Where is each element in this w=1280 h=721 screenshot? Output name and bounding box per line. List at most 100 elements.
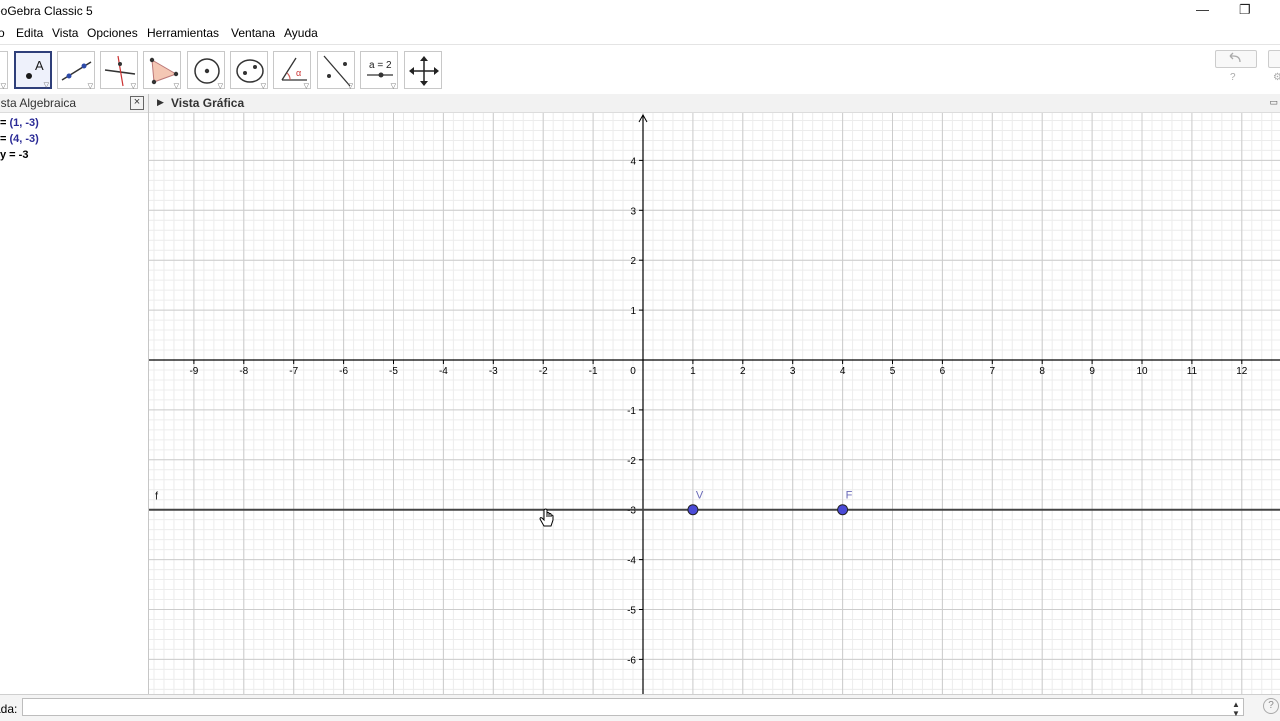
input-bar: ada: ▲▼ ? [0,694,1280,721]
x-tick-label: 9 [1089,366,1095,377]
point-f[interactable] [837,504,849,516]
x-tick-label: 5 [890,366,896,377]
menu-vista[interactable]: Vista [52,26,78,40]
algebra-item-v[interactable]: = (1, -3) [0,117,39,129]
y-tick-label: 2 [630,256,636,267]
window-title: eoGebra Classic 5 [0,4,93,18]
x-tick-label: -4 [439,366,448,377]
menu-herramientas[interactable]: Herramientas [147,26,219,40]
x-tick-label: -2 [539,366,548,377]
x-tick-label: 7 [990,366,996,377]
y-tick-label: -3 [627,506,636,517]
input-label: ada: [0,702,18,716]
x-tick-label: -3 [489,366,498,377]
tool-perpendicular[interactable]: ▽ [100,51,138,90]
x-tick-label: 1 [690,366,696,377]
input-history-arrows-icon[interactable]: ▲ ▼ [1232,700,1240,718]
menu-archivo[interactable]: o [0,26,5,40]
settings-icon[interactable]: ⚙ [1273,72,1280,83]
tool-slider[interactable]: a = 2 ▽ [360,51,398,90]
algebra-item-prefix: y = -3 [0,149,29,161]
point-label: F [846,490,853,502]
tool-line[interactable]: ▽ [57,51,95,90]
y-tick-label: -6 [627,655,636,666]
close-icon[interactable]: × [130,96,144,110]
minimize-button[interactable]: — [1196,2,1209,17]
algebra-view-header: ista Algebraica × [0,94,148,113]
point-tool-letter: A [35,58,44,73]
tool-dropdown-icon: ▽ [217,83,223,90]
undo-button[interactable] [1215,50,1257,68]
x-tick-label: -5 [389,366,398,377]
slider-tool-label: a = 2 [369,60,392,71]
menu-bar: o Edita Vista Opciones Herramientas Vent… [0,23,1280,44]
graphics-view[interactable]: ▶ Vista Gráfica ▭ -9 -8 -7 -6 -5 -4 -3 -2 -1 0 1 2 3… [149,94,1280,694]
graphics-view-title: Vista Gráfica [171,96,245,110]
svg-text:α: α [296,68,301,78]
x-tick-label: 8 [1039,366,1045,377]
y-tick-label: 3 [630,206,636,217]
x-tick-label: 11 [1187,366,1198,377]
y-tick-label: 1 [630,306,636,317]
tool-reflect[interactable]: ▽ [317,51,355,90]
help-icon[interactable]: ? [1230,72,1236,83]
y-tick-label: -2 [627,456,636,467]
tool-dropdown-icon: ▽ [0,83,6,90]
y-tick-label: -4 [627,556,636,567]
menu-ventana[interactable]: Ventana [231,26,275,40]
x-tick-label: -6 [339,366,348,377]
tool-dropdown-icon: ▽ [173,83,179,90]
tool-move-graphics[interactable] [404,51,442,89]
algebra-item-line-f[interactable]: y = -3 [0,149,28,161]
x-tick-label: 2 [740,366,746,377]
line-f-label: f [155,491,159,503]
graphics-canvas[interactable]: -9 -8 -7 -6 -5 -4 -3 -2 -1 0 1 2 3 4 5 6 7 8 9 10 11 124321-1… [149,113,1280,694]
move-arrows-icon [409,56,439,86]
x-tick-label: 4 [840,366,846,377]
menu-edita[interactable]: Edita [16,26,43,40]
point-label: V [696,490,704,502]
menu-ayuda[interactable]: Ayuda [284,26,318,40]
tool-dropdown-icon: ▽ [43,82,49,89]
hand-cursor-icon [539,508,554,527]
y-tick-label: -5 [627,606,636,617]
tool-angle[interactable]: α ▽ [273,51,311,90]
tool-circle[interactable]: ▽ [187,51,225,90]
x-tick-label: -8 [239,366,248,377]
algebra-item-value: (1, -3) [9,117,39,129]
toolbar: ▽ A ▽ ▽ ▽ ▽ ▽ ▽ α ▽ ▽ a = 2 ▽ ? ⚙ [0,44,1280,95]
tool-dropdown-icon: ▽ [347,83,353,90]
x-tick-label: 12 [1236,366,1248,377]
y-tick-label: -1 [627,406,636,417]
restore-button[interactable]: ❐ [1239,2,1251,18]
undo-icon [1229,52,1241,63]
tool-point[interactable]: A ▽ [14,51,52,89]
title-bar: eoGebra Classic 5 — ❐ [0,0,1280,23]
input-help-icon[interactable]: ? [1263,698,1279,714]
x-tick-label: 6 [940,366,946,377]
x-tick-label: 10 [1136,366,1148,377]
x-tick-label: -9 [189,366,198,377]
algebra-item-value: (4, -3) [9,133,39,145]
algebra-item-f[interactable]: = (4, -3) [0,133,39,145]
menu-opciones[interactable]: Opciones [87,26,138,40]
input-field[interactable] [22,698,1244,716]
tool-ellipse[interactable]: ▽ [230,51,268,90]
tool-dropdown-icon: ▽ [130,83,136,90]
y-tick-label: 4 [630,156,636,167]
algebra-view-title: ista Algebraica [0,96,77,110]
maximize-icon[interactable]: ▭ [1269,97,1278,108]
x-tick-label: -1 [589,366,598,377]
point-v[interactable] [687,504,699,516]
graphics-view-header: ▶ Vista Gráfica ▭ [149,94,1280,113]
redo-button[interactable] [1268,50,1280,68]
tool-polygon[interactable]: ▽ [143,51,181,90]
tool-dropdown-icon: ▽ [390,83,396,90]
algebra-view: ista Algebraica × = (1, -3) = (4, -3) y … [0,94,149,694]
x-tick-label: 3 [790,366,796,377]
tool-dropdown-icon: ▽ [303,83,309,90]
x-tick-label: -7 [289,366,298,377]
expand-triangle-icon[interactable]: ▶ [157,97,164,108]
tool-move[interactable]: ▽ [0,51,8,90]
tool-dropdown-icon: ▽ [87,83,93,90]
